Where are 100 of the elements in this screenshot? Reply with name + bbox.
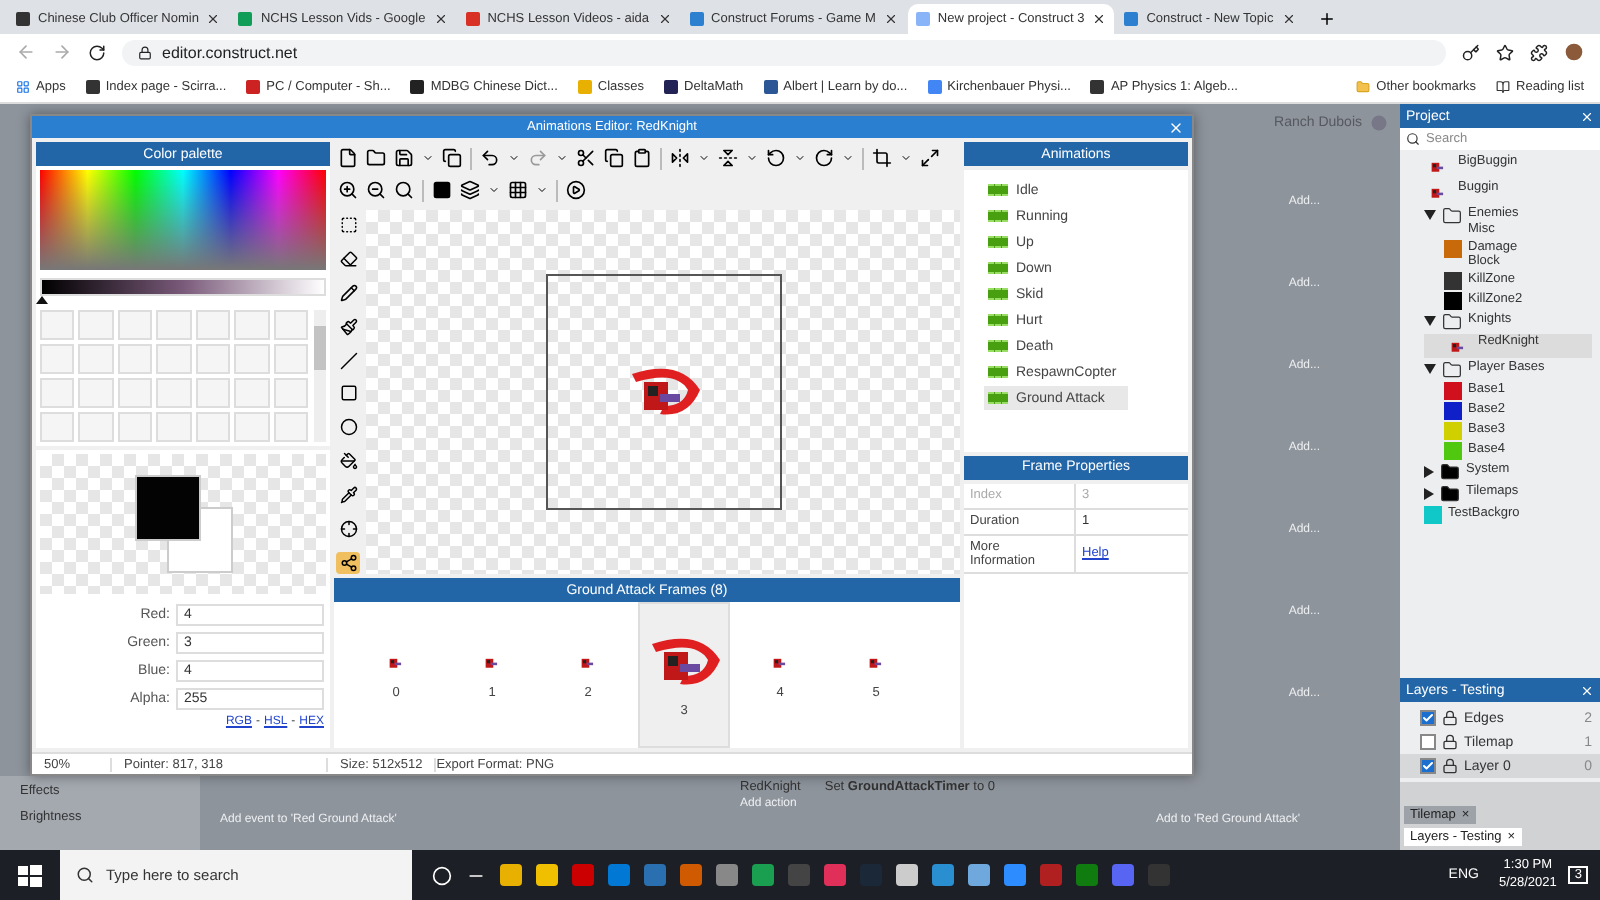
taskbar-app-icon[interactable] [716, 864, 738, 886]
caret-icon[interactable] [536, 184, 548, 196]
tool-button[interactable] [336, 518, 360, 541]
favicon-icon [410, 79, 425, 93]
taskbar-app-icon[interactable] [824, 864, 846, 886]
lock-icon [138, 45, 152, 59]
tool-button[interactable] [336, 247, 360, 270]
new-file-icon[interactable] [338, 148, 358, 168]
favicon-icon [927, 79, 942, 93]
close-icon[interactable] [1580, 109, 1594, 123]
tool-button[interactable] [336, 484, 360, 507]
scrollbar[interactable] [314, 310, 326, 442]
back-icon[interactable] [16, 42, 36, 62]
play-icon[interactable] [566, 180, 586, 200]
taskbar-app-icon[interactable] [1112, 864, 1134, 886]
undo-icon[interactable] [480, 148, 500, 168]
caret-icon[interactable] [842, 152, 854, 164]
taskbar-app-icon[interactable] [1076, 864, 1098, 886]
tool-button[interactable] [336, 552, 360, 574]
favicon-icon [1124, 12, 1139, 26]
close-icon [206, 12, 221, 26]
crop-icon[interactable] [872, 148, 892, 168]
checkbox[interactable] [1420, 734, 1436, 750]
resize-icon[interactable] [920, 148, 940, 168]
taskbar-app-icon[interactable] [1040, 864, 1062, 886]
cut-icon[interactable] [576, 148, 596, 168]
close-icon [883, 12, 898, 26]
apps-grid-icon [16, 79, 30, 93]
caret-icon[interactable] [746, 152, 758, 164]
lock-icon [1442, 758, 1458, 774]
favicon-icon [915, 12, 930, 26]
favicon-icon [16, 12, 30, 26]
color-preview-drawing [131, 472, 235, 576]
taskbar-app-icon[interactable] [536, 864, 558, 886]
close-icon [657, 12, 672, 26]
taskbar-app-icon[interactable] [500, 864, 522, 886]
caret-icon[interactable] [900, 152, 912, 164]
search-icon [76, 866, 94, 884]
taskbar-app-icon[interactable] [608, 864, 630, 886]
lock-icon [1442, 734, 1458, 750]
favicon-icon [577, 79, 592, 93]
close-icon [433, 12, 448, 26]
folder-icon [1442, 206, 1462, 226]
zoom-reset-icon[interactable] [394, 180, 414, 200]
taskbar-app-icon[interactable] [572, 864, 594, 886]
mirror-icon[interactable] [718, 148, 738, 168]
tool-button[interactable] [336, 450, 360, 473]
caret-icon[interactable] [556, 152, 568, 164]
hue-picker[interactable] [40, 170, 326, 270]
caret-icon[interactable] [508, 152, 520, 164]
folder-icon [1356, 79, 1371, 93]
tool-button[interactable] [336, 383, 360, 405]
tool-button[interactable] [336, 416, 360, 439]
tool-button[interactable] [336, 214, 360, 236]
caret-icon[interactable] [422, 152, 434, 164]
caret-icon[interactable] [488, 184, 500, 196]
taskbar-app-icon[interactable] [644, 864, 666, 886]
flip-icon[interactable] [670, 148, 690, 168]
paste-icon[interactable] [632, 148, 652, 168]
layers-icon[interactable] [460, 180, 480, 200]
caret-icon[interactable] [698, 152, 710, 164]
zoom-out-icon[interactable] [366, 180, 386, 200]
book-icon [1496, 79, 1511, 93]
taskbar-app-icon[interactable] [968, 864, 990, 886]
background-icon[interactable] [432, 180, 452, 200]
checkbox[interactable] [1420, 710, 1436, 726]
taskbar-app-icon[interactable] [680, 864, 702, 886]
taskbar-app-icon[interactable] [896, 864, 918, 886]
folder-icon [1440, 484, 1460, 505]
close-icon[interactable] [1168, 119, 1184, 135]
address-field[interactable]: editor.construct.net [122, 39, 1446, 65]
caret-icon[interactable] [794, 152, 806, 164]
zoom-in-icon[interactable] [338, 180, 358, 200]
avatar-icon[interactable] [1564, 42, 1584, 62]
rotate-right-icon[interactable] [814, 148, 834, 168]
forward-icon[interactable] [52, 42, 72, 62]
grid-icon[interactable] [508, 180, 528, 200]
open-icon[interactable] [366, 148, 386, 168]
new-tab-icon[interactable] [1317, 10, 1336, 28]
taskbar-app-icon[interactable] [752, 864, 774, 886]
folder-icon [1440, 462, 1460, 483]
puzzle-icon[interactable] [1530, 43, 1548, 61]
key-icon[interactable] [1462, 43, 1480, 61]
taskbar-app-icon[interactable] [932, 864, 954, 886]
rotate-left-icon[interactable] [766, 148, 786, 168]
taskbar-app-icon[interactable] [1004, 864, 1026, 886]
star-icon[interactable] [1496, 43, 1514, 61]
favicon-icon [238, 12, 253, 26]
redo-icon[interactable] [528, 148, 548, 168]
reload-icon[interactable] [88, 43, 106, 61]
copy-icon[interactable] [604, 148, 624, 168]
close-icon[interactable] [1580, 683, 1594, 697]
checkbox[interactable] [1420, 758, 1436, 774]
folder-icon [1442, 360, 1462, 381]
tool-button[interactable] [336, 315, 360, 338]
task-view-icon[interactable] [432, 865, 452, 885]
tool-button[interactable] [336, 349, 360, 372]
tool-button[interactable] [336, 281, 360, 304]
duplicate-icon[interactable] [442, 148, 462, 168]
save-icon[interactable] [394, 148, 414, 168]
